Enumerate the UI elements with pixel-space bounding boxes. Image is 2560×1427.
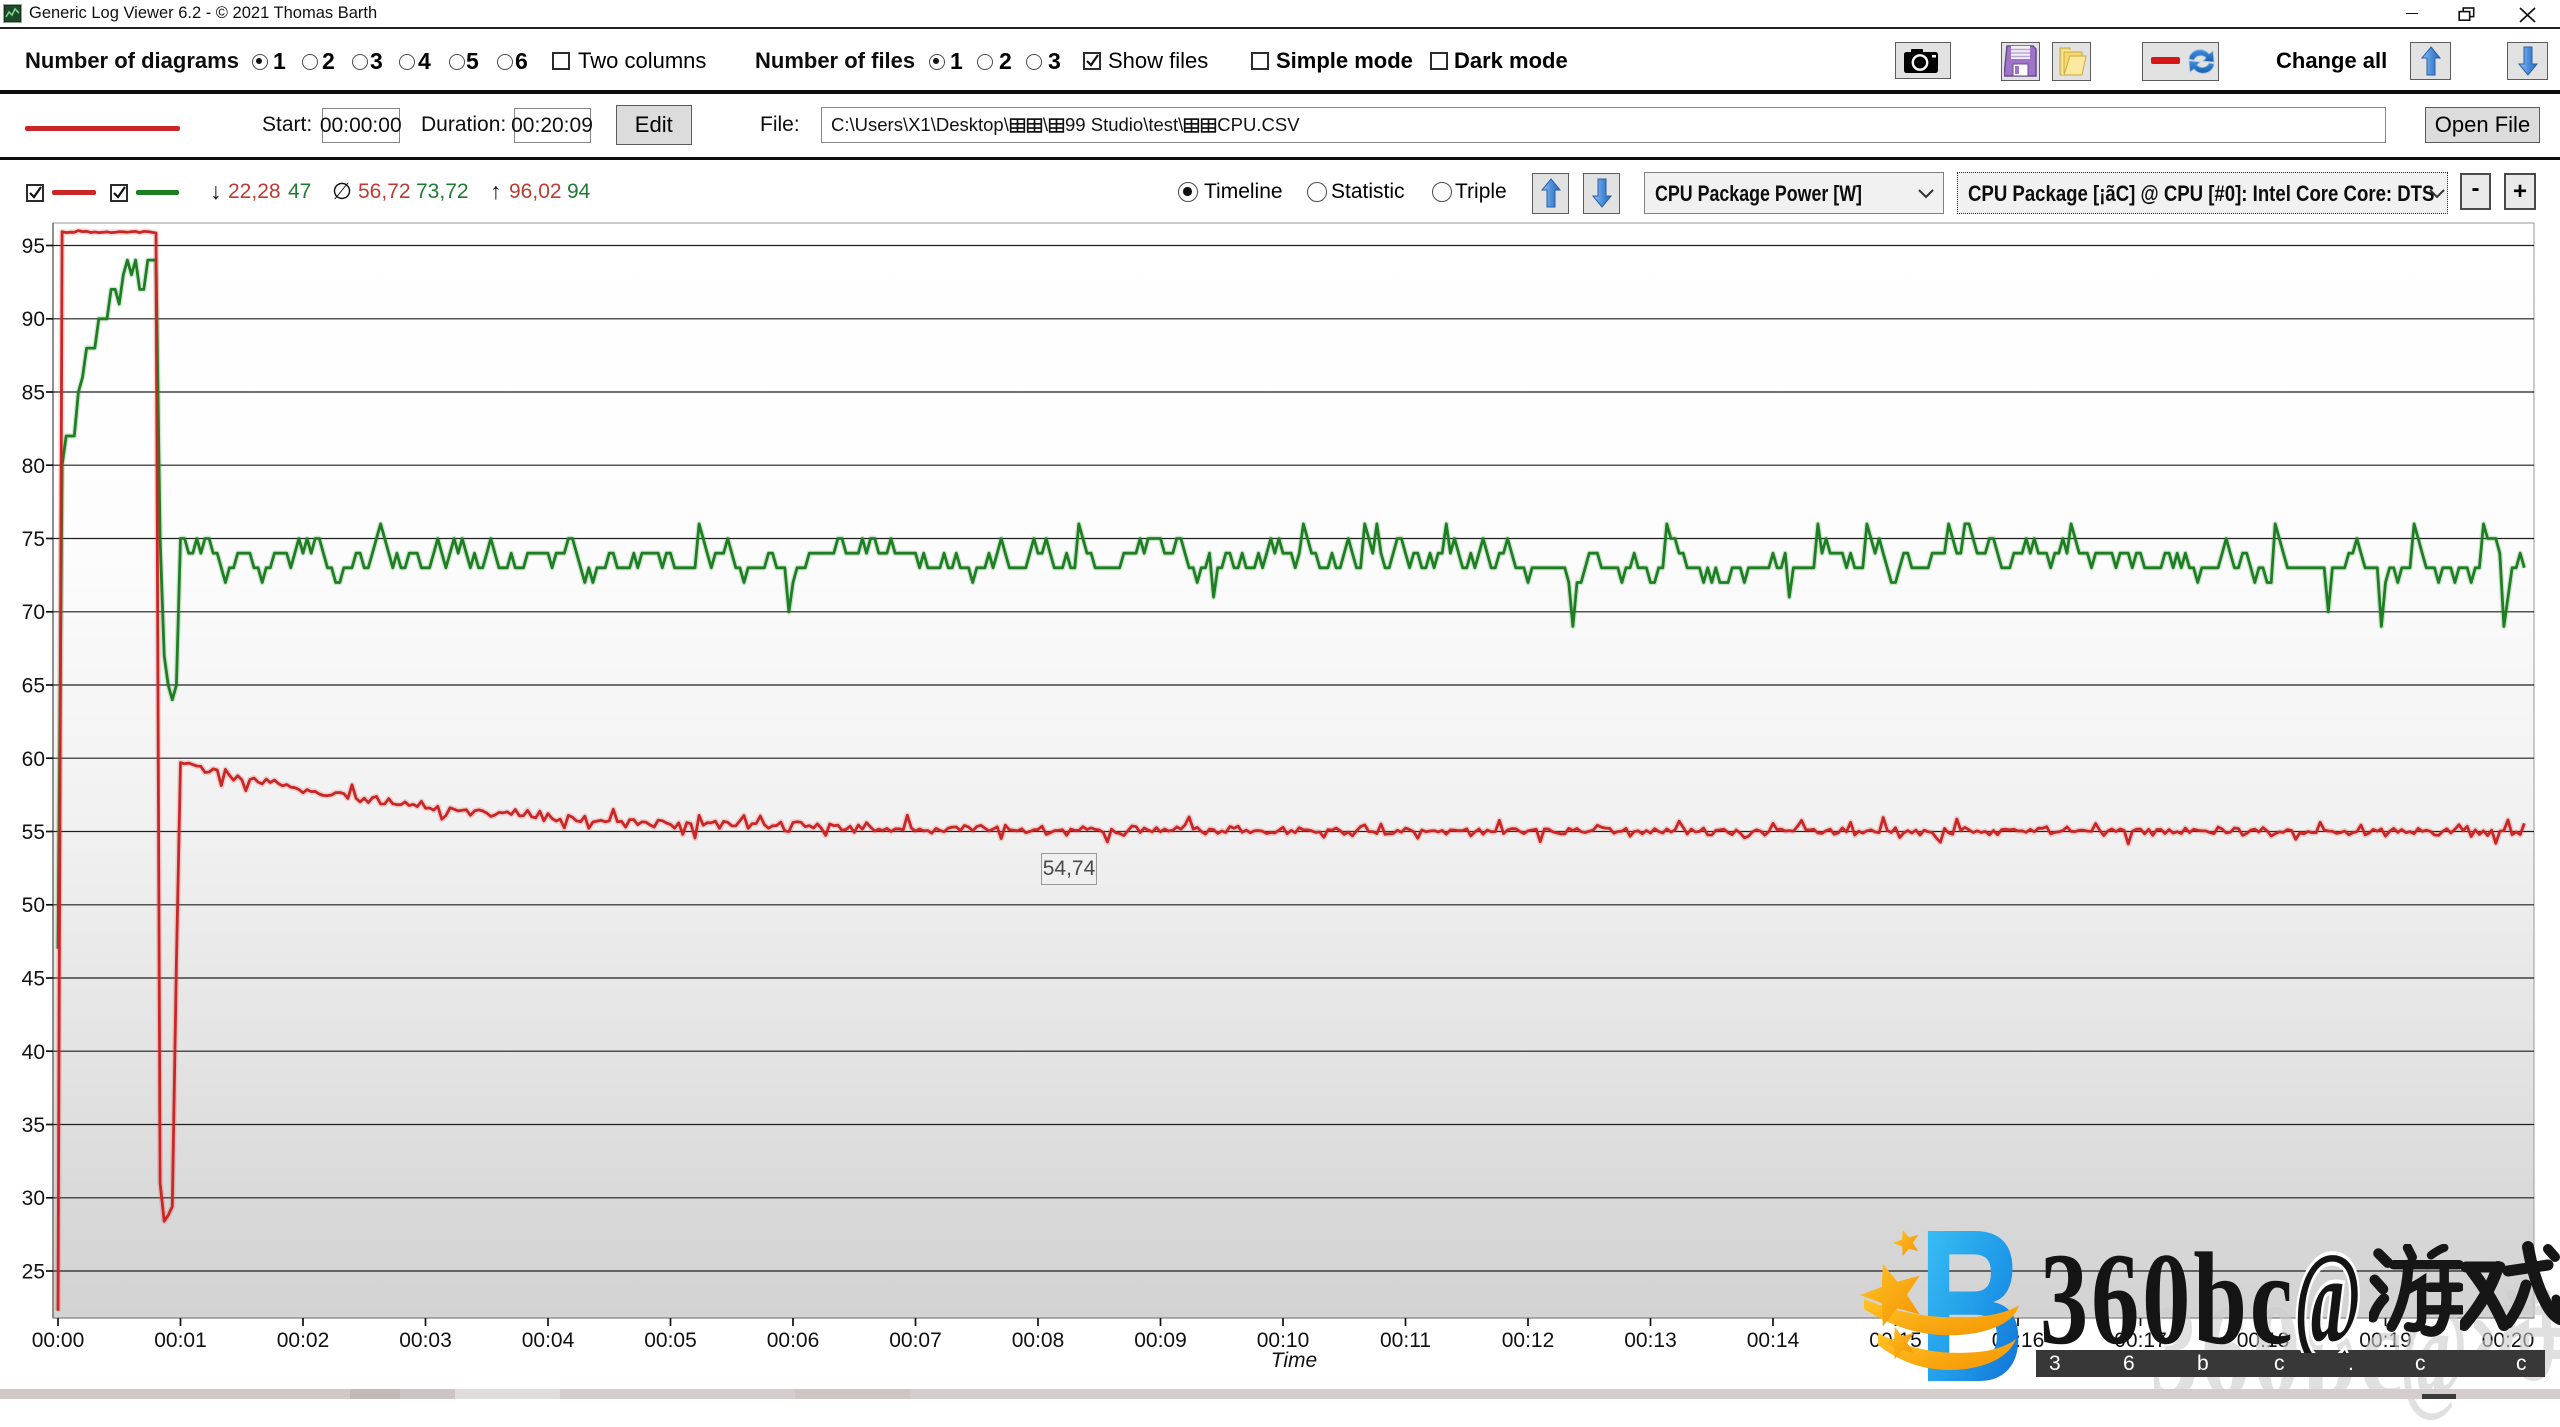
svg-text:55: 55 bbox=[22, 821, 45, 844]
svg-text:45: 45 bbox=[22, 968, 45, 991]
svg-text:00:00: 00:00 bbox=[32, 1329, 85, 1352]
svg-text:30: 30 bbox=[22, 1187, 45, 1210]
svg-text:35: 35 bbox=[22, 1114, 45, 1137]
svg-text:00:09: 00:09 bbox=[1134, 1329, 1187, 1352]
svg-text:00:05: 00:05 bbox=[644, 1329, 697, 1352]
svg-text:25: 25 bbox=[22, 1261, 45, 1284]
svg-text:00:14: 00:14 bbox=[1747, 1329, 1800, 1352]
svg-text:00:06: 00:06 bbox=[767, 1329, 820, 1352]
svg-text:00:13: 00:13 bbox=[1624, 1329, 1677, 1352]
svg-text:80: 80 bbox=[22, 455, 45, 478]
svg-text:50: 50 bbox=[22, 894, 45, 917]
svg-text:00:11: 00:11 bbox=[1380, 1329, 1431, 1352]
svg-text:60: 60 bbox=[22, 748, 45, 771]
svg-text:00:07: 00:07 bbox=[889, 1329, 942, 1352]
svg-text:00:03: 00:03 bbox=[399, 1329, 452, 1352]
svg-text:B: B bbox=[1918, 1213, 2025, 1399]
svg-text:00:01: 00:01 bbox=[154, 1329, 207, 1352]
svg-text:40: 40 bbox=[22, 1041, 45, 1064]
svg-text:90: 90 bbox=[22, 308, 45, 331]
svg-text:85: 85 bbox=[22, 382, 45, 405]
svg-text:00:02: 00:02 bbox=[277, 1329, 330, 1352]
svg-text:95: 95 bbox=[22, 235, 45, 258]
svg-text:65: 65 bbox=[22, 675, 45, 698]
svg-text:00:08: 00:08 bbox=[1012, 1329, 1065, 1352]
svg-text:70: 70 bbox=[22, 601, 45, 624]
svg-text:00:12: 00:12 bbox=[1502, 1329, 1555, 1352]
svg-text:00:04: 00:04 bbox=[522, 1329, 575, 1352]
svg-text:Time: Time bbox=[1271, 1349, 1317, 1372]
svg-text:75: 75 bbox=[22, 528, 45, 551]
